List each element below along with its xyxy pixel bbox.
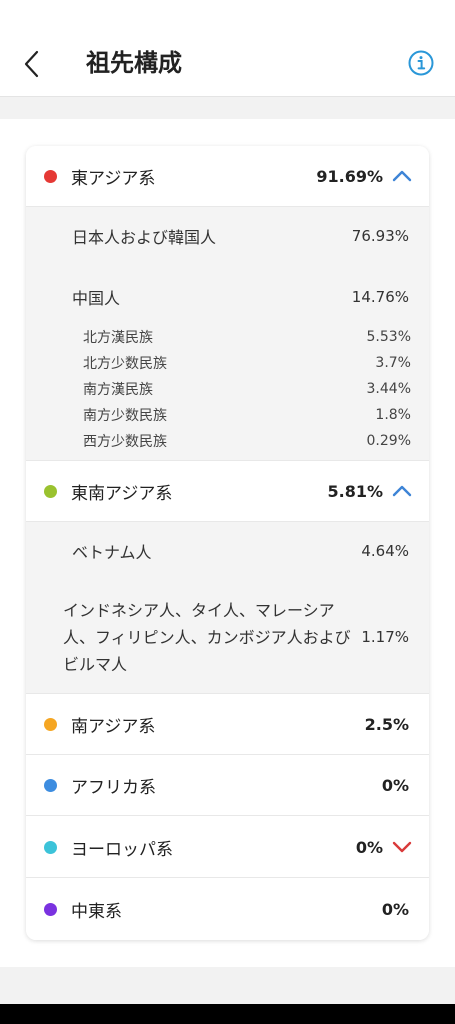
subsub-value: 1.8%	[375, 407, 411, 423]
list-item: 日本人および韓国人 76.93%	[26, 221, 429, 251]
ancestry-card: 東アジア系 91.69% 日本人および韓国人 76.93% 中国人 14.76%…	[26, 146, 429, 940]
list-item: 南方少数民族 1.8%	[26, 403, 429, 427]
list-item: 北方漢民族 5.53%	[26, 325, 429, 349]
group-value: 91.69%	[316, 166, 383, 186]
group-row-middle-eastern[interactable]: 中東系 0%	[26, 879, 429, 940]
group-value: 0%	[381, 900, 409, 919]
section-gap	[0, 98, 455, 118]
list-item: インドネシア人、タイ人、マレーシア人、フィリピン人、カンボジア人およびビルマ人 …	[26, 594, 429, 680]
group-label: 中東系	[71, 902, 122, 922]
sub-value: 1.17%	[361, 628, 409, 646]
group-label: ヨーロッパ系	[71, 839, 173, 860]
green-dot-icon	[44, 484, 57, 498]
sub-label: 日本人および韓国人	[72, 228, 217, 247]
group-row-african[interactable]: アフリカ系 0%	[26, 755, 429, 816]
chevron-up-icon[interactable]	[391, 480, 413, 502]
info-button[interactable]	[407, 49, 435, 77]
subsub-label: 西方少数民族	[83, 434, 167, 450]
sub-label: 中国人	[72, 289, 121, 308]
red-dot-icon	[44, 169, 57, 183]
list-item: 中国人 14.76%	[26, 282, 429, 312]
list-item: 南方漢民族 3.44%	[26, 377, 429, 401]
app-header: 祖先構成	[0, 0, 455, 97]
group-label: 東南アジア系	[71, 483, 173, 504]
sub-value: 14.76%	[351, 288, 409, 306]
sub-label: インドネシア人、タイ人、マレーシア人、フィリピン人、カンボジア人およびビルマ人	[63, 600, 351, 674]
subsub-label: 北方少数民族	[83, 356, 167, 372]
group-label: アフリカ系	[71, 777, 156, 798]
sub-value: 4.64%	[361, 542, 409, 560]
list-item: ベトナム人 4.64%	[26, 536, 429, 566]
back-button[interactable]	[14, 44, 50, 84]
group-row-south-asian[interactable]: 南アジア系 2.5%	[26, 694, 429, 755]
orange-dot-icon	[44, 717, 57, 731]
chevron-down-icon[interactable]	[391, 836, 413, 858]
page-title: 祖先構成	[86, 49, 182, 77]
system-navigation-bar	[0, 1004, 455, 1024]
list-item: 北方少数民族 3.7%	[26, 351, 429, 375]
list-item: 西方少数民族 0.29%	[26, 429, 429, 453]
group-label: 南アジア系	[71, 716, 156, 737]
chevron-left-icon	[24, 50, 39, 78]
info-icon	[408, 50, 434, 76]
sub-value: 76.93%	[351, 227, 409, 245]
group-label: 東アジア系	[71, 168, 156, 189]
east-asian-breakdown: 日本人および韓国人 76.93% 中国人 14.76% 北方漢民族 5.53% …	[26, 207, 429, 461]
sub-label: ベトナム人	[72, 543, 152, 562]
southeast-asian-breakdown: ベトナム人 4.64% インドネシア人、タイ人、マレーシア人、フィリピン人、カン…	[26, 522, 429, 694]
subsub-label: 南方漢民族	[83, 382, 153, 398]
group-value: 0%	[355, 837, 383, 857]
blue-dot-icon	[44, 778, 57, 792]
chevron-up-icon[interactable]	[391, 165, 413, 187]
cyan-dot-icon	[44, 840, 57, 854]
group-row-european[interactable]: ヨーロッパ系 0%	[26, 817, 429, 878]
purple-dot-icon	[44, 903, 57, 916]
group-row-southeast-asian[interactable]: 東南アジア系 5.81%	[26, 461, 429, 522]
subsub-label: 北方漢民族	[83, 330, 153, 346]
group-value: 0%	[381, 775, 409, 795]
subsub-label: 南方少数民族	[83, 408, 167, 424]
subsub-value: 3.7%	[375, 355, 411, 371]
group-row-east-asian[interactable]: 東アジア系 91.69%	[26, 146, 429, 207]
subsub-value: 5.53%	[366, 329, 411, 345]
bottom-gap	[0, 967, 455, 1004]
group-value: 2.5%	[364, 714, 409, 734]
group-value: 5.81%	[327, 481, 383, 501]
subsub-value: 0.29%	[366, 433, 411, 449]
subsub-value: 3.44%	[366, 381, 411, 397]
